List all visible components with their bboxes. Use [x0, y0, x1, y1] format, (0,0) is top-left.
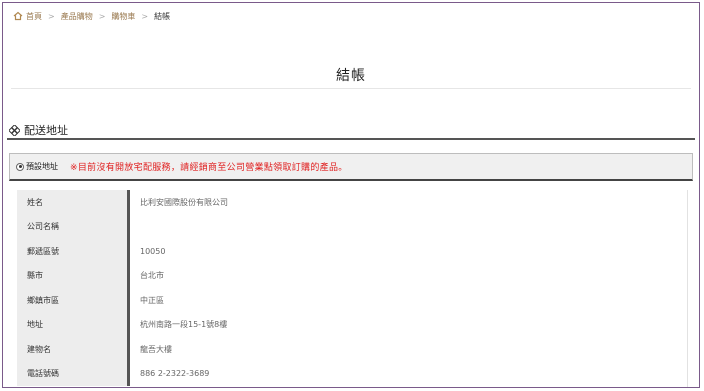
table-row: 郵遞區號 10050: [17, 239, 687, 264]
table-row: 縣市 台北市: [17, 263, 687, 288]
default-address-label: 預設地址: [26, 162, 58, 171]
breadcrumb-current: 結帳: [154, 11, 171, 21]
table-row: 建物名 龍吾大樓: [17, 337, 687, 362]
field-label: 電話號碼: [17, 361, 130, 386]
field-label: 姓名: [17, 190, 130, 215]
section-title: 配送地址: [24, 124, 68, 137]
field-label: 建物名: [17, 337, 130, 362]
address-table: 姓名 比利安國際股份有限公司 公司名稱 郵遞區號 10050 縣市 台北市 鄉鎮…: [17, 190, 688, 387]
field-label: 縣市: [17, 263, 130, 288]
section-heading: 配送地址: [9, 122, 68, 138]
field-value: 中正區: [140, 295, 164, 305]
field-value: 886 2-2322-3689: [140, 369, 210, 379]
breadcrumb-home[interactable]: 首頁: [26, 11, 42, 22]
default-address-radio[interactable]: 預設地址: [16, 161, 58, 172]
field-value: 龍吾大樓: [140, 344, 172, 354]
title-divider: [11, 88, 691, 89]
table-row: 公司名稱: [17, 214, 687, 240]
table-row: 鄉鎮市區 中正區: [17, 288, 687, 313]
radio-selected-dot: [18, 165, 22, 168]
breadcrumb-separator: >: [98, 11, 106, 21]
breadcrumb: 首頁 > 產品購物 > 購物車 > 結帳: [13, 9, 170, 23]
page-title: 結帳: [336, 68, 366, 84]
table-row: 地址 杭州南路一段15-1號8樓: [17, 312, 687, 337]
breadcrumb-separator: >: [141, 11, 149, 21]
diamond-bullet-icon: [9, 124, 20, 136]
field-value: 比利安國際股份有限公司: [140, 197, 228, 207]
checkout-window: 首頁 > 產品購物 > 購物車 > 結帳 結帳 配送地址 預設地址 ※目前沒有開…: [2, 2, 700, 388]
breadcrumb-cart[interactable]: 購物車: [111, 11, 135, 22]
field-value: 台北市: [140, 271, 164, 281]
field-label: 鄉鎮市區: [17, 288, 130, 313]
section-divider: [7, 138, 695, 140]
radio-button[interactable]: [16, 162, 24, 171]
field-label: 郵遞區號: [17, 239, 130, 264]
field-value: 10050: [140, 246, 166, 256]
field-value: 杭州南路一段15-1號8樓: [140, 320, 228, 330]
field-label: 公司名稱: [17, 214, 130, 239]
home-icon[interactable]: [13, 11, 23, 21]
delivery-warning: ※目前沒有開放宅配服務，請經銷商至公司營業點領取訂購的產品。: [70, 163, 348, 173]
field-label: 地址: [17, 312, 130, 337]
breadcrumb-separator: >: [48, 11, 55, 21]
table-row: 姓名 比利安國際股份有限公司: [17, 190, 687, 215]
breadcrumb-products[interactable]: 產品購物: [61, 11, 93, 22]
field-value: [130, 215, 687, 240]
address-option-bar: 預設地址 ※目前沒有開放宅配服務，請經銷商至公司營業點領取訂購的產品。: [9, 153, 693, 181]
table-row: 電話號碼 886 2-2322-3689: [17, 361, 687, 386]
